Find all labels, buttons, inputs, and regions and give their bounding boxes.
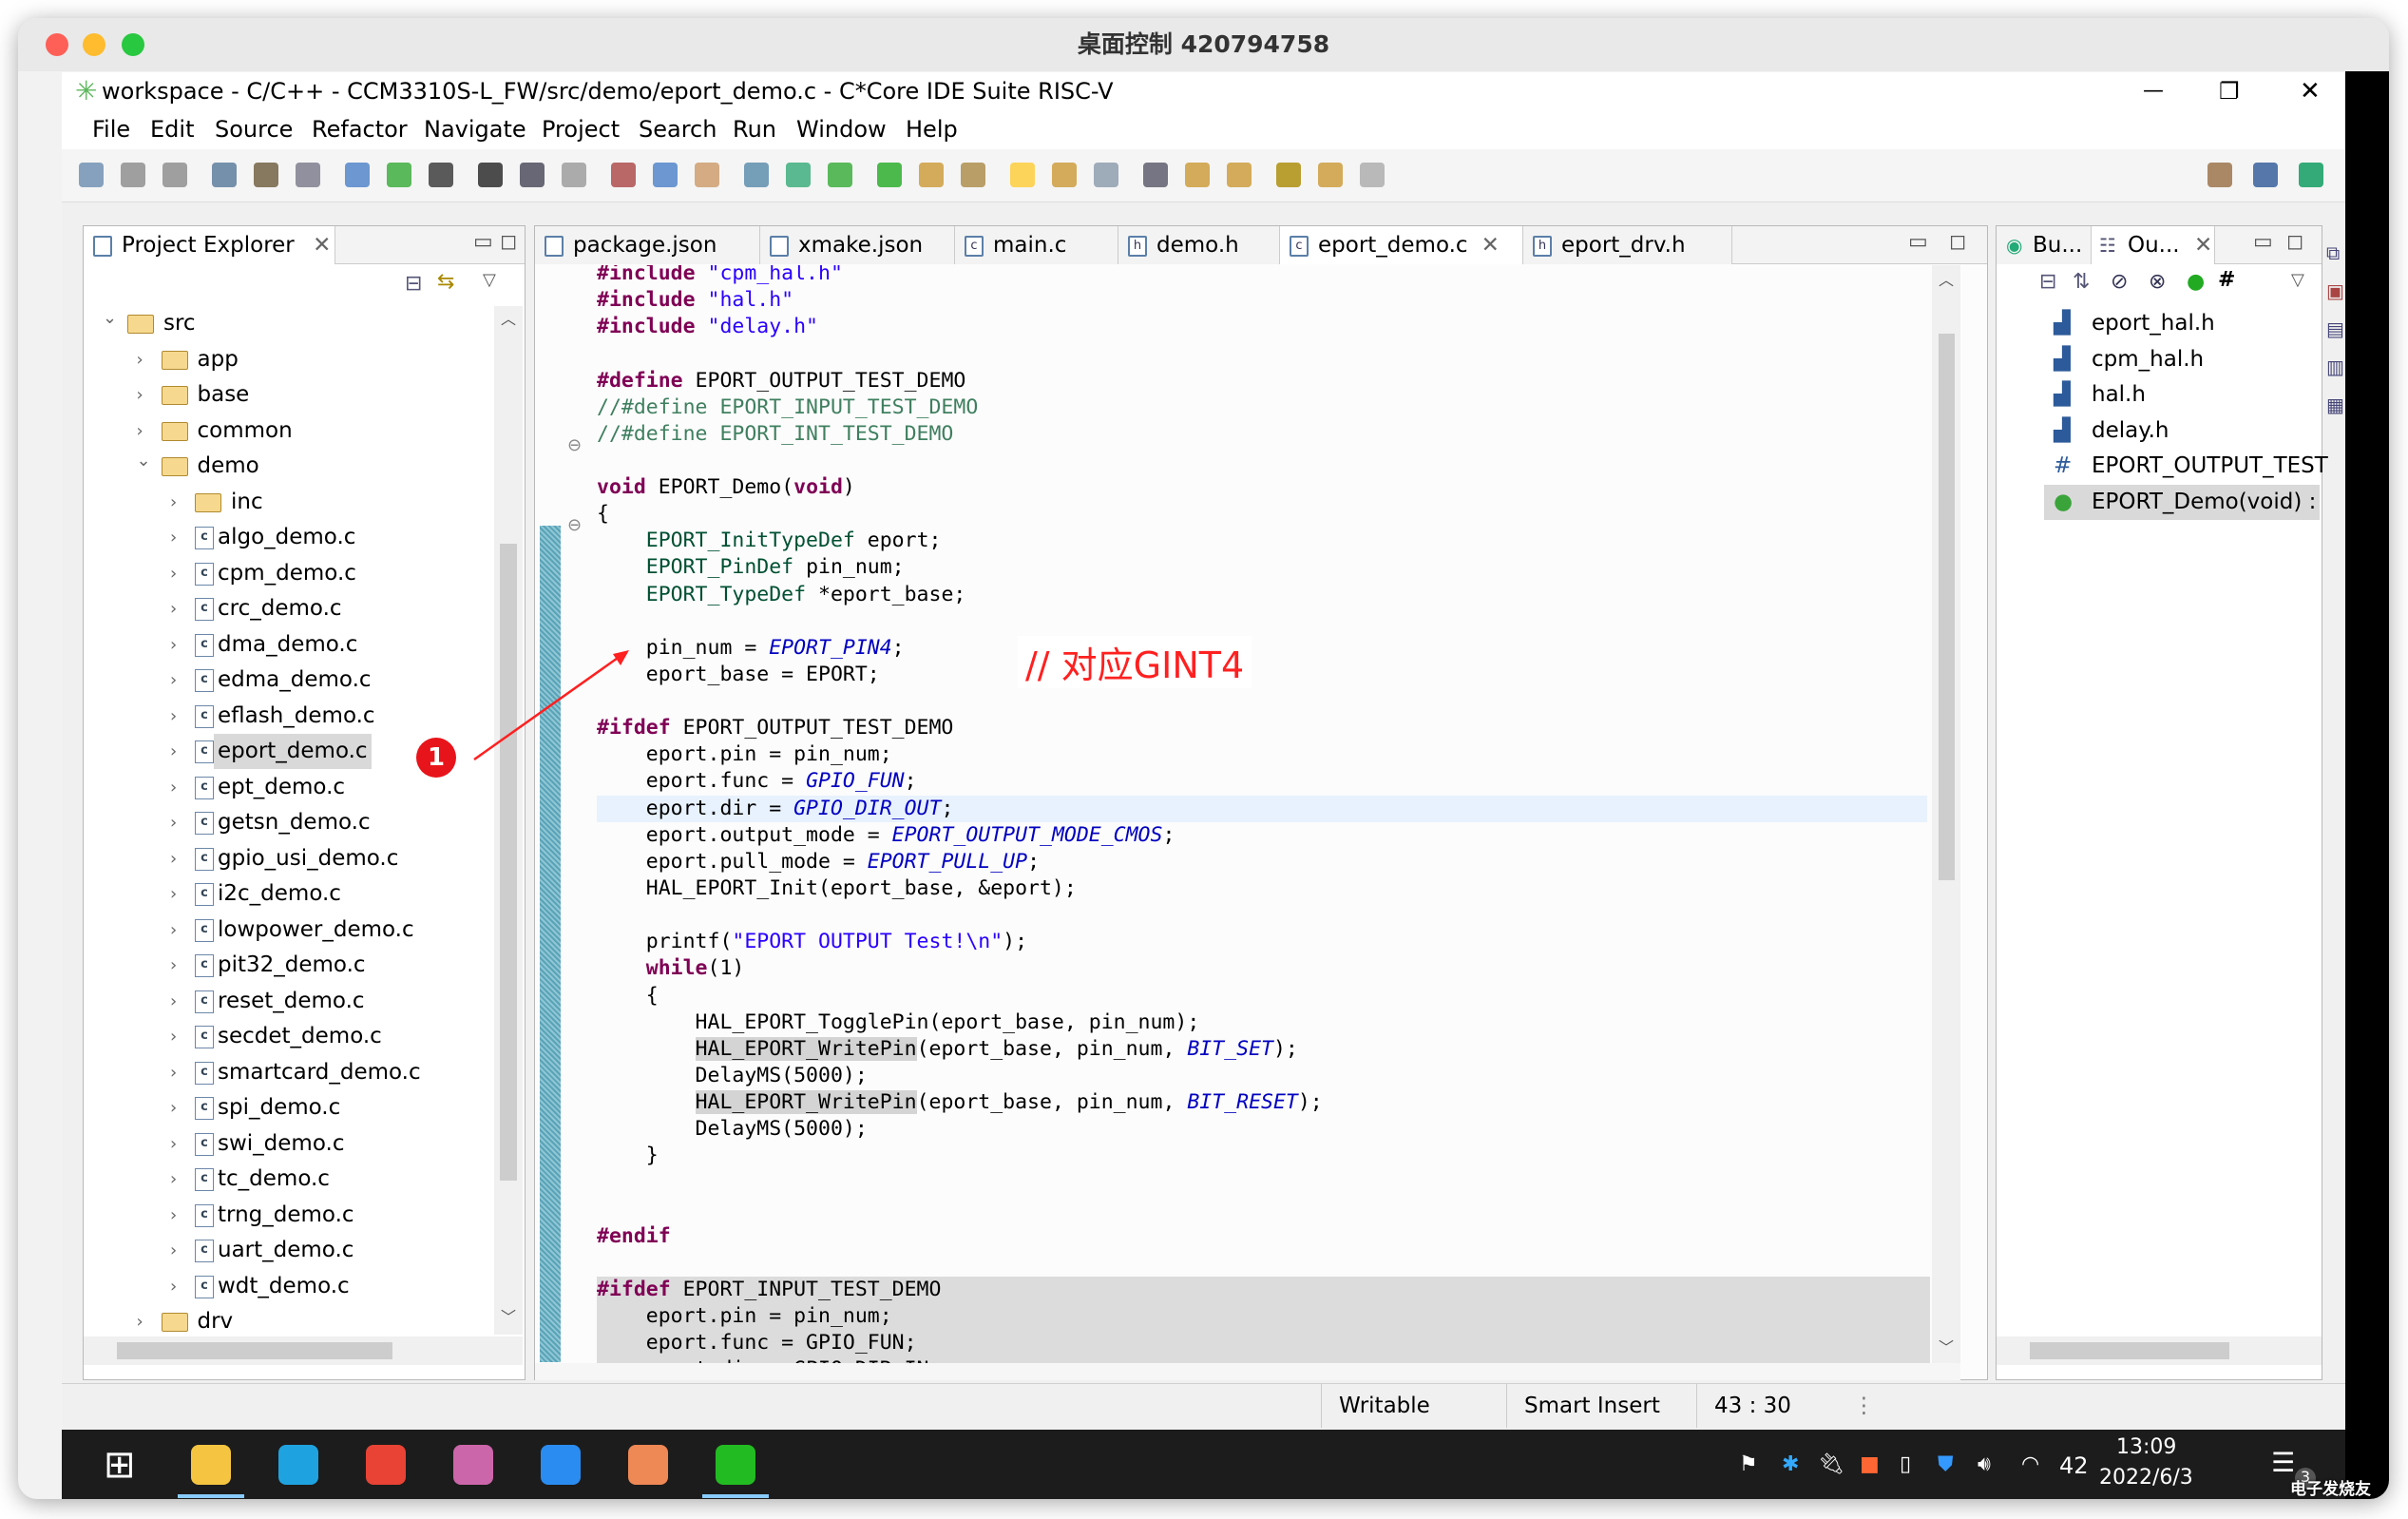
- running-indicator: [178, 1494, 244, 1498]
- pinned-tray-icon[interactable]: ⚑: [1739, 1452, 1758, 1476]
- remote-desktop-window: 桌面控制 420794758 ✳ workspace - C/C++ - CCM…: [18, 18, 2389, 1499]
- close-window-button[interactable]: [46, 33, 68, 56]
- security-icon[interactable]: ⛊: [1938, 1452, 1954, 1476]
- ide-window: ✳ workspace - C/C++ - CCM3310S-L_FW/src/…: [62, 72, 2345, 1429]
- ide-app-icon[interactable]: [716, 1445, 755, 1485]
- bluetooth-icon[interactable]: ✱: [1782, 1452, 1799, 1476]
- watermark: 电子发烧友: [2290, 1480, 2371, 1499]
- battery-level[interactable]: 42: [2059, 1452, 2089, 1479]
- running-indicator: [702, 1494, 769, 1498]
- annotation-arrow: [473, 650, 629, 761]
- app-tray-icon[interactable]: ■: [1860, 1452, 1880, 1476]
- zoom-window-button[interactable]: [122, 33, 144, 56]
- remote-desktop-icon[interactable]: [628, 1445, 668, 1485]
- usb-icon[interactable]: ▯: [1900, 1452, 1911, 1476]
- power-icon[interactable]: 🔌︎: [1818, 1452, 1844, 1476]
- clock-time[interactable]: 13:09: [2116, 1435, 2176, 1459]
- screen-border: [2345, 71, 2389, 1499]
- windows-taskbar: ⊞ ⚑ ✱ 🔌︎ ■ ▯ ⛊ 🔊︎ ◠ 42 13:09 2022/6/3 ☰ …: [62, 1430, 2345, 1499]
- color-app-icon[interactable]: [453, 1445, 493, 1485]
- minimize-window-button[interactable]: [83, 33, 105, 56]
- chrome-icon[interactable]: [366, 1445, 406, 1485]
- edge-icon[interactable]: [278, 1445, 318, 1485]
- file-explorer-icon[interactable]: [191, 1445, 231, 1485]
- wifi-icon[interactable]: ◠: [2021, 1452, 2039, 1476]
- volume-icon[interactable]: 🔊︎: [1978, 1452, 1991, 1476]
- notification-icon[interactable]: ☰: [2271, 1447, 2295, 1478]
- feishu-icon[interactable]: [541, 1445, 581, 1485]
- windows-start-icon[interactable]: ⊞: [104, 1445, 143, 1485]
- remote-window-title: 桌面控制 420794758: [18, 18, 2389, 71]
- clock-date[interactable]: 2022/6/3: [2099, 1466, 2193, 1490]
